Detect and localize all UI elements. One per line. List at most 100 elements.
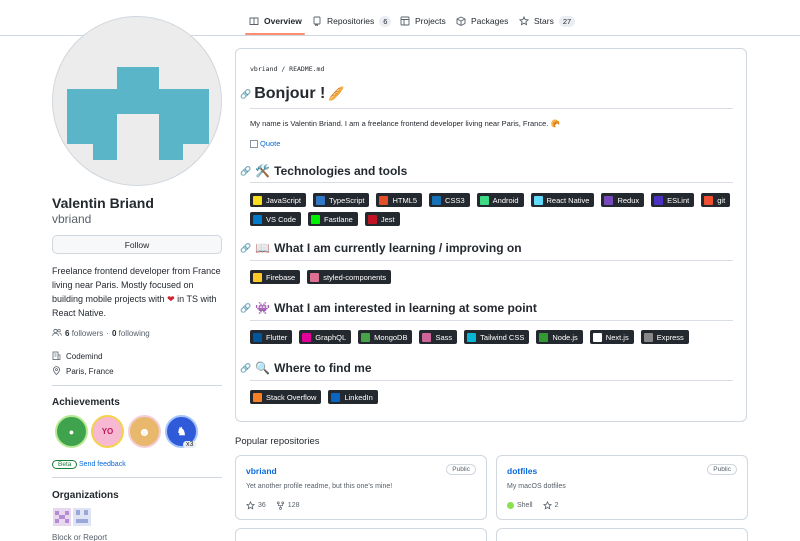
separator-dot: · xyxy=(106,329,109,338)
section-title: What I am currently learning / improving… xyxy=(274,241,522,255)
anchor-link-icon[interactable]: 🔗 xyxy=(240,303,251,314)
achievements-title[interactable]: Achievements xyxy=(52,397,120,408)
readme-path: vbriand / README.md xyxy=(250,65,324,73)
profile-bio: Freelance frontend developer from France… xyxy=(52,264,222,320)
tech-badge[interactable]: JavaScript xyxy=(250,193,307,207)
organization-avatar[interactable] xyxy=(73,508,91,526)
badge-list-find: Stack Overflow LinkedIn xyxy=(250,390,740,404)
beta-label: Beta xyxy=(52,460,78,469)
tech-badge[interactable]: Android xyxy=(476,193,524,207)
star-count: 2 xyxy=(554,502,559,509)
achievement-yolo-icon[interactable]: YO xyxy=(91,415,124,448)
tech-badge[interactable]: Stack Overflow xyxy=(250,390,322,404)
section-heading-interested: 🔗 👾 What I am interested in learning at … xyxy=(240,301,537,315)
achievement-quickdraw-icon[interactable]: ☻ xyxy=(128,415,161,448)
tab-overview[interactable]: Overview xyxy=(249,9,302,33)
book-emoji-icon: 📖 xyxy=(255,241,271,255)
repo-name-link[interactable]: vbriand xyxy=(246,466,277,476)
active-tab-indicator xyxy=(245,33,305,35)
badge-list-learning: Firebase styled-components xyxy=(250,270,740,284)
tech-badge[interactable]: Redux xyxy=(601,193,645,207)
achievement-badge-icon[interactable]: ● xyxy=(55,415,88,448)
repositories-count: 6 xyxy=(379,15,392,27)
tech-badge[interactable]: Jest xyxy=(364,212,400,226)
divider xyxy=(52,385,222,386)
tech-badge[interactable]: ESLint xyxy=(651,193,695,207)
repo-language: Shell xyxy=(507,502,533,509)
anchor-link-icon[interactable]: 🔗 xyxy=(240,89,251,100)
intro-text: My name is Valentin Briand. I am a freel… xyxy=(250,119,549,128)
tech-badge[interactable]: styled-components xyxy=(307,270,392,284)
badge-logo-icon xyxy=(253,332,262,342)
tech-badge[interactable]: MongoDB xyxy=(358,330,413,344)
tech-badge[interactable]: HTML5 xyxy=(376,193,423,207)
avatar[interactable] xyxy=(52,16,222,186)
tech-badge[interactable]: Sass xyxy=(419,330,458,344)
tech-badge[interactable]: LinkedIn xyxy=(328,390,378,404)
repo-card: vbriand Public Yet another profile readm… xyxy=(235,455,487,520)
badge-label: Tailwind CSS xyxy=(480,332,525,342)
followers-link[interactable]: 6 followers xyxy=(65,329,103,338)
tech-badge[interactable]: git xyxy=(701,193,731,207)
company-text: Codemind xyxy=(66,352,103,361)
badge-label: Next.js xyxy=(605,332,629,342)
readme-user-link[interactable]: vbriand xyxy=(250,65,277,73)
heading-text: Bonjour ! xyxy=(254,85,326,102)
repo-card: dotfiles Public My macOS dotfiles Shell … xyxy=(496,455,748,520)
section-rule xyxy=(250,182,733,183)
readme-card: vbriand / README.md 🔗 Bonjour ! 🥖 My nam… xyxy=(235,48,747,422)
tab-label: Projects xyxy=(415,16,446,26)
anchor-link-icon[interactable]: 🔗 xyxy=(240,363,251,374)
send-feedback-link[interactable]: Send feedback xyxy=(79,461,126,468)
badge-label: Fastlane xyxy=(324,214,353,224)
profile-location: Paris, France xyxy=(52,366,114,377)
tech-badge[interactable]: Tailwind CSS xyxy=(464,330,530,344)
anchor-link-icon[interactable]: 🔗 xyxy=(240,166,251,177)
tech-badge[interactable]: Express xyxy=(640,330,689,344)
repo-name-link[interactable]: dotfiles xyxy=(507,466,537,476)
badge-logo-icon xyxy=(432,195,442,205)
badge-label: LinkedIn xyxy=(344,392,373,402)
tech-badge[interactable]: Fastlane xyxy=(308,212,358,226)
visibility-badge: Public xyxy=(707,464,737,475)
tab-packages[interactable]: Packages xyxy=(456,9,508,33)
tech-badge[interactable]: CSS3 xyxy=(429,193,470,207)
tech-badge[interactable]: Firebase xyxy=(250,270,301,284)
stargazers-link[interactable]: 36 xyxy=(246,501,266,510)
tab-repositories[interactable]: Repositories 6 xyxy=(312,9,392,33)
following-link[interactable]: 0 following xyxy=(112,329,150,338)
tech-badge[interactable]: React Native xyxy=(530,193,595,207)
tech-badge[interactable]: Next.js xyxy=(589,330,634,344)
badge-logo-icon xyxy=(479,195,489,205)
badge-logo-icon xyxy=(539,332,549,342)
tech-badge[interactable]: VS Code xyxy=(250,212,302,226)
badge-label: Flutter xyxy=(266,332,288,342)
badge-logo-icon xyxy=(316,195,326,205)
anchor-link-icon[interactable]: 🔗 xyxy=(240,243,251,254)
quote-image-link[interactable]: Quote xyxy=(250,139,280,148)
organization-avatar[interactable] xyxy=(53,508,71,526)
location-icon xyxy=(52,366,61,377)
tab-projects[interactable]: Projects xyxy=(400,9,446,33)
section-title: What I am interested in learning at some… xyxy=(274,301,537,315)
tech-badge[interactable]: Flutter xyxy=(250,330,293,344)
heading-rule xyxy=(250,108,733,109)
readme-file-name: README.md xyxy=(289,65,325,73)
tech-badge[interactable]: Node.js xyxy=(536,330,583,344)
forks-link[interactable]: 128 xyxy=(276,501,299,510)
tab-label: Packages xyxy=(471,16,509,26)
badge-logo-icon xyxy=(253,272,262,282)
tech-badge[interactable]: TypeScript xyxy=(313,193,370,207)
badge-list-tech: JavaScript TypeScript HTML5 CSS3 Android Reac… xyxy=(250,193,740,226)
follow-button[interactable]: Follow xyxy=(52,235,222,254)
readme-heading: 🔗 Bonjour ! 🥖 xyxy=(240,85,345,103)
badge-label: React Native xyxy=(546,195,590,205)
achievement-count: x3 xyxy=(183,441,197,448)
badge-label: Stack Overflow xyxy=(266,392,317,402)
block-or-report-link[interactable]: Block or Report xyxy=(52,533,107,541)
section-heading-find: 🔗 🔍 Where to find me xyxy=(240,361,372,375)
stargazers-link[interactable]: 2 xyxy=(542,501,559,510)
tab-stars[interactable]: Stars 27 xyxy=(519,9,576,33)
tech-badge[interactable]: GraphQL xyxy=(299,330,352,344)
badge-logo-icon xyxy=(253,392,262,402)
